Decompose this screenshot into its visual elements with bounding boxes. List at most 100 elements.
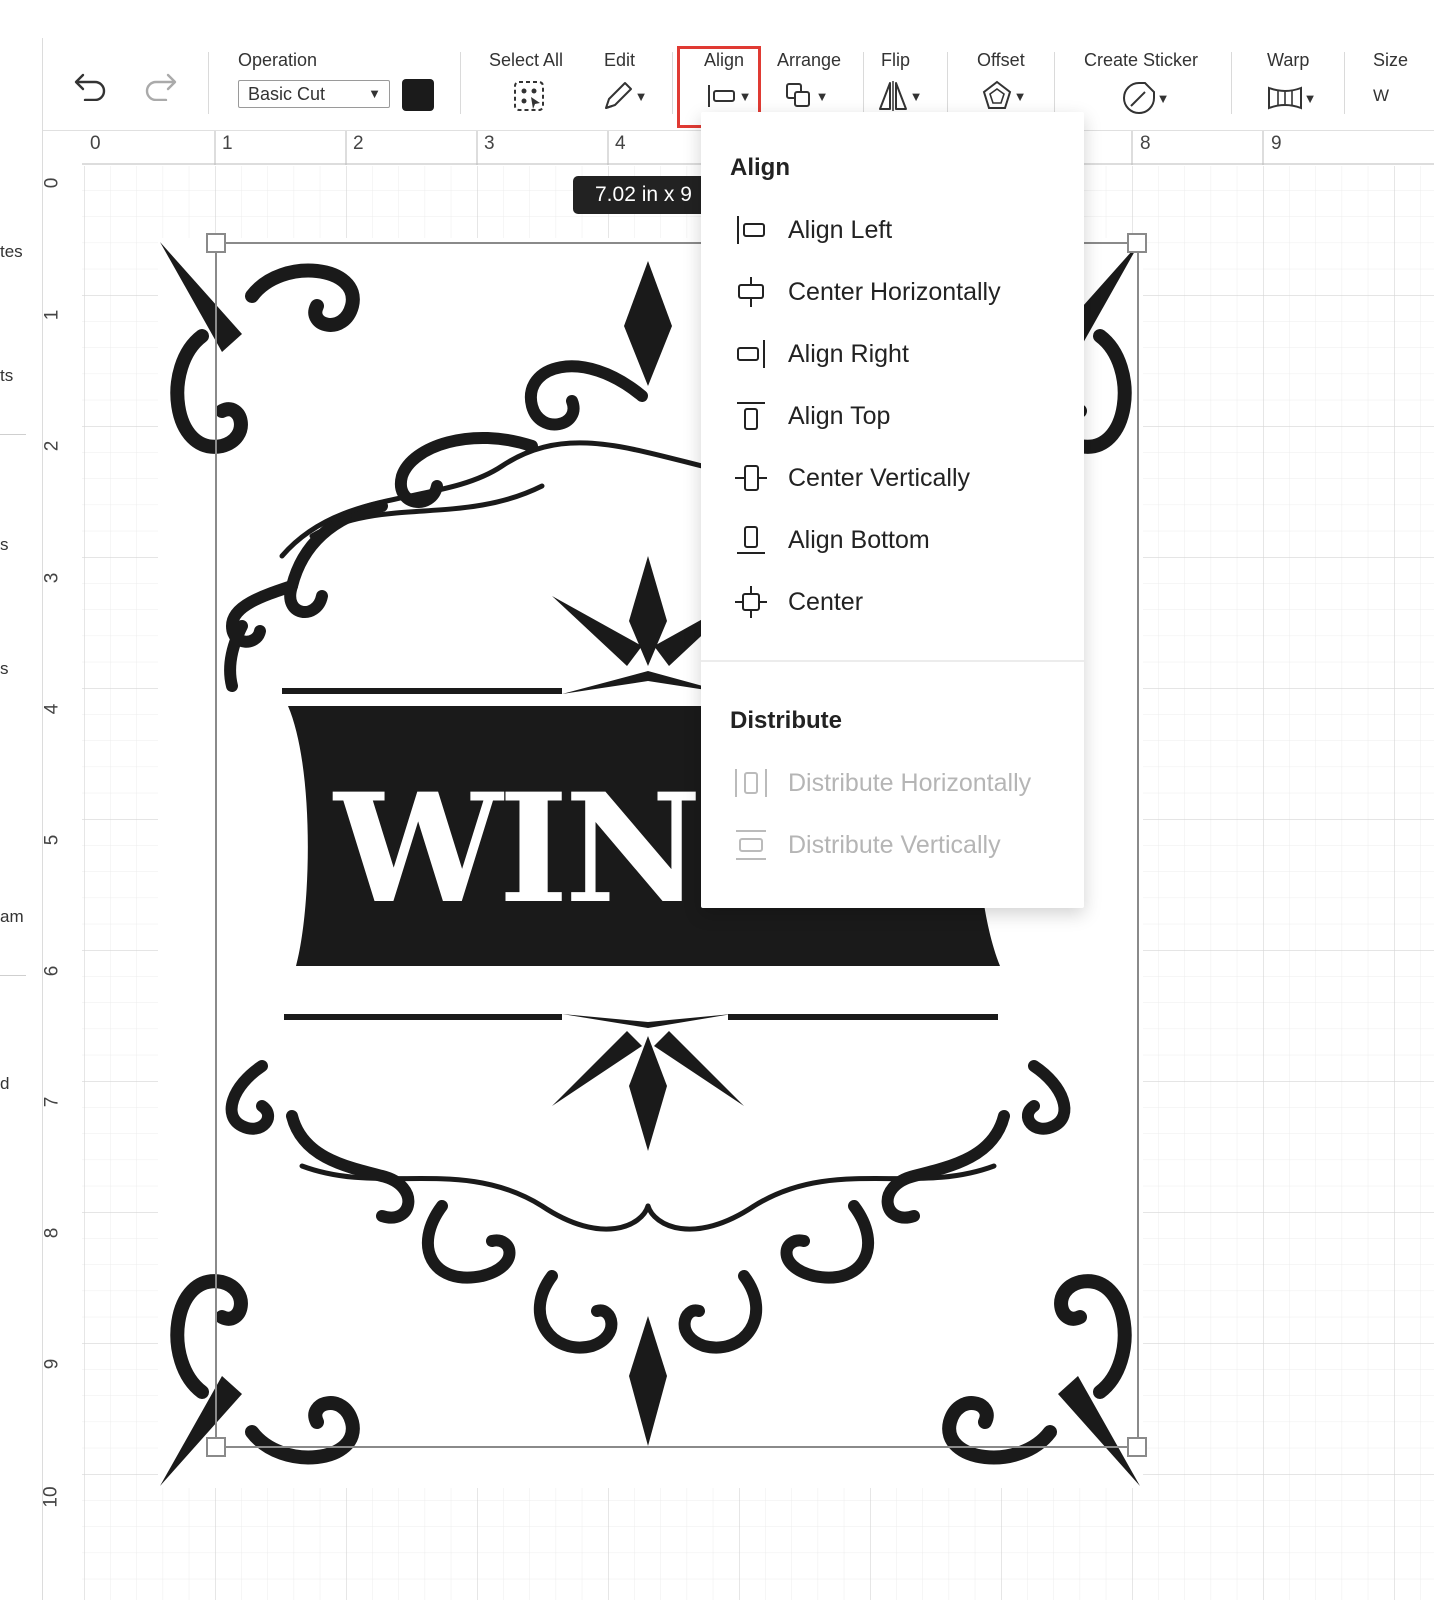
warp-icon <box>1267 86 1302 110</box>
edit-label: Edit <box>604 50 636 70</box>
toolbar-divider <box>208 52 209 114</box>
align-dropdown-menu: Align Align Left Center Horizontally Ali… <box>701 112 1084 908</box>
vertical-ruler: 0 1 2 3 4 5 6 7 8 9 10 <box>40 166 81 1600</box>
ruler-label: 7 <box>41 1096 63 1108</box>
left-panel-label[interactable]: tes <box>0 242 23 262</box>
sticker-icon <box>1122 82 1155 114</box>
pencil-icon <box>604 82 632 109</box>
color-swatch[interactable] <box>402 79 434 111</box>
redo-button[interactable] <box>140 68 180 104</box>
operation-label: Operation <box>238 50 318 70</box>
menu-item-align-right[interactable]: Align Right <box>730 330 1070 378</box>
flip-button[interactable]: ▼ <box>871 78 927 114</box>
arrange-button[interactable]: ▼ <box>777 78 833 114</box>
resize-handle[interactable] <box>206 233 226 253</box>
menu-item-distribute-vertically: Distribute Vertically <box>730 821 1070 869</box>
create-sticker-label: Create Sticker <box>1084 50 1199 70</box>
undo-button[interactable] <box>71 68 111 104</box>
ruler-label: 3 <box>41 572 63 584</box>
ruler-label: 4 <box>615 133 626 154</box>
align-heading: Align <box>730 154 790 181</box>
caret-down-icon: ▼ <box>909 88 923 104</box>
distribute-vertically-icon <box>730 825 772 865</box>
center-vertically-icon <box>730 458 772 498</box>
caret-down-icon: ▼ <box>815 88 829 104</box>
select-all-label: Select All <box>489 50 564 70</box>
menu-item-label: Align Right <box>788 339 909 368</box>
ruler-label: 0 <box>90 133 101 154</box>
select-all-button[interactable] <box>509 78 549 114</box>
left-panel-label[interactable]: s <box>0 535 9 555</box>
offset-icon <box>982 80 1011 109</box>
toolbar-divider <box>1344 52 1345 114</box>
toolbar-divider <box>460 52 461 114</box>
left-panel-label[interactable]: s <box>0 659 9 679</box>
center-icon <box>730 582 772 622</box>
ruler-label: 8 <box>41 1227 63 1239</box>
chevron-down-icon: ▼ <box>368 86 381 101</box>
menu-item-label: Center Horizontally <box>788 277 1001 306</box>
create-sticker-button[interactable]: ▼ <box>1115 80 1175 116</box>
size-label: Size <box>1373 50 1409 70</box>
menu-item-center[interactable]: Center <box>730 578 1070 626</box>
toolbar-divider <box>1054 52 1055 114</box>
caret-down-icon: ▼ <box>1013 88 1027 104</box>
menu-item-align-top[interactable]: Align Top <box>730 392 1070 440</box>
toolbar-divider <box>672 52 673 114</box>
menu-item-align-bottom[interactable]: Align Bottom <box>730 516 1070 564</box>
arrange-icon <box>785 83 810 107</box>
left-panel-label[interactable]: d <box>0 1074 9 1094</box>
operation-value: Basic Cut <box>248 84 326 104</box>
toolbar-divider <box>863 52 864 114</box>
flip-label: Flip <box>881 50 911 70</box>
menu-item-label: Align Left <box>788 215 893 244</box>
menu-item-center-horizontally[interactable]: Center Horizontally <box>730 268 1070 316</box>
top-bar <box>0 0 1434 39</box>
toolbar-divider <box>1231 52 1232 114</box>
ruler-label: 2 <box>41 440 63 452</box>
warp-label: Warp <box>1267 50 1310 70</box>
ruler-label: 5 <box>41 834 63 846</box>
ruler-label: 4 <box>41 703 63 715</box>
caret-down-icon: ▼ <box>634 88 648 104</box>
resize-handle[interactable] <box>1127 1437 1147 1457</box>
left-panel-label[interactable]: am <box>0 907 24 927</box>
resize-handle[interactable] <box>1127 233 1147 253</box>
align-top-icon <box>730 396 772 436</box>
resize-handle[interactable] <box>206 1437 226 1457</box>
ruler-label: 2 <box>353 133 364 154</box>
distribute-heading: Distribute <box>730 707 843 734</box>
caret-down-icon: ▼ <box>1303 90 1317 106</box>
ruler-label: 9 <box>1271 133 1282 154</box>
caret-down-icon: ▼ <box>1156 90 1170 106</box>
offset-button[interactable]: ▼ <box>975 78 1031 114</box>
align-right-icon <box>730 334 772 374</box>
ruler-label: 1 <box>41 309 63 321</box>
menu-item-label: Align Top <box>788 401 891 430</box>
ruler-label: 8 <box>1140 133 1151 154</box>
select-all-icon <box>514 81 544 111</box>
offset-label: Offset <box>977 50 1025 70</box>
menu-item-label: Distribute Horizontally <box>788 768 1032 797</box>
menu-item-label: Distribute Vertically <box>788 830 1001 859</box>
menu-item-align-left[interactable]: Align Left <box>730 206 1070 254</box>
left-panel: tes ts s s am d <box>0 38 43 1600</box>
menu-item-label: Center <box>788 587 864 616</box>
size-width-label: W <box>1373 86 1390 105</box>
align-bottom-icon <box>730 520 772 560</box>
flip-icon <box>878 81 907 111</box>
distribute-horizontally-icon <box>730 763 772 803</box>
edit-button[interactable]: ▼ <box>596 78 652 114</box>
ruler-label: 1 <box>222 133 233 154</box>
ruler-label: 3 <box>484 133 495 154</box>
operation-select[interactable]: Basic Cut ▼ <box>238 80 390 108</box>
left-panel-divider <box>0 975 26 976</box>
ruler-label: 6 <box>41 965 63 977</box>
ruler-label: 0 <box>41 177 63 189</box>
arrange-label: Arrange <box>777 50 842 70</box>
warp-button[interactable]: ▼ <box>1261 80 1321 116</box>
left-panel-label[interactable]: ts <box>0 366 13 386</box>
ruler-label: 10 <box>40 1486 62 1508</box>
menu-item-center-vertically[interactable]: Center Vertically <box>730 454 1070 502</box>
undo-icon <box>74 73 106 101</box>
